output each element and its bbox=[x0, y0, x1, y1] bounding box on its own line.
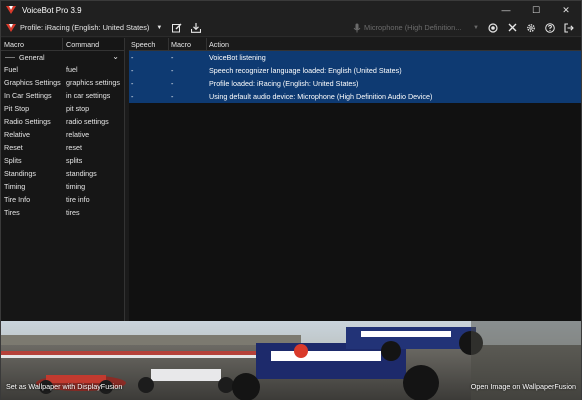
listen-toggle-button[interactable] bbox=[485, 20, 501, 36]
microphone-selector[interactable]: Microphone (High Definition... ▼ bbox=[353, 19, 485, 37]
speech-log-panel: Speech Macro Action - - VoiceBot listening… bbox=[129, 38, 581, 321]
log-speech: - bbox=[131, 53, 134, 62]
chevron-down-icon: ▼ bbox=[473, 24, 479, 31]
group-divider bbox=[5, 57, 15, 58]
command-column-header[interactable]: Command bbox=[63, 38, 99, 50]
log-macro: - bbox=[171, 66, 174, 75]
exit-button[interactable] bbox=[561, 20, 577, 36]
macro-row[interactable]: Standings standings bbox=[1, 167, 124, 180]
macro-row[interactable]: Pit Stop pit stop bbox=[1, 102, 124, 115]
log-row[interactable]: - - Profile loaded: iRacing (English: Unit… bbox=[129, 77, 581, 90]
macro-list-header: Macro Command bbox=[1, 38, 124, 51]
log-row[interactable]: - - VoiceBot listening bbox=[129, 51, 581, 64]
log-action: Using default audio device: Microphone (… bbox=[209, 92, 433, 101]
macro-row[interactable]: Splits splits bbox=[1, 154, 124, 167]
log-row[interactable]: - - Speech recognizer language loaded: Eng… bbox=[129, 64, 581, 77]
macro-row[interactable]: Tire Info tire info bbox=[1, 193, 124, 206]
macro-row[interactable]: Fuel fuel bbox=[1, 63, 124, 76]
group-label: General bbox=[19, 52, 45, 62]
log-action: VoiceBot listening bbox=[209, 53, 266, 62]
edit-icon bbox=[172, 23, 182, 32]
macro-name: Reset bbox=[4, 143, 23, 152]
macro-column-header[interactable]: Macro bbox=[169, 38, 207, 50]
settings-button[interactable] bbox=[523, 20, 539, 36]
macro-row[interactable]: Graphics Settings graphics settings bbox=[1, 76, 124, 89]
import-profile-button[interactable] bbox=[188, 20, 204, 36]
macro-command: standings bbox=[66, 169, 97, 178]
macro-name: Radio Settings bbox=[4, 117, 51, 126]
macro-row[interactable]: Radio Settings radio settings bbox=[1, 115, 124, 128]
log-macro: - bbox=[171, 92, 174, 101]
log-action: Speech recognizer language loaded: Engli… bbox=[209, 66, 402, 75]
help-button[interactable] bbox=[542, 20, 558, 36]
edit-profile-button[interactable] bbox=[169, 20, 185, 36]
macro-group-general[interactable]: General ⌄ bbox=[1, 51, 124, 63]
macro-command: radio settings bbox=[66, 117, 109, 126]
macro-row[interactable]: Relative relative bbox=[1, 128, 124, 141]
macro-row[interactable]: Tires tires bbox=[1, 206, 124, 219]
macro-rows: Fuel fuel Graphics Settings graphics setti… bbox=[1, 63, 124, 219]
macro-name: Timing bbox=[4, 182, 26, 191]
sign-out-icon bbox=[564, 22, 574, 33]
macro-name: In Car Settings bbox=[4, 91, 52, 100]
wallpaper-banner[interactable]: Set as Wallpaper with DisplayFusion Open… bbox=[1, 321, 581, 400]
help-icon bbox=[545, 22, 555, 33]
log-speech: - bbox=[131, 66, 134, 75]
log-speech: - bbox=[131, 92, 134, 101]
macro-command: fuel bbox=[66, 65, 78, 74]
macro-row[interactable]: In Car Settings in car settings bbox=[1, 89, 124, 102]
close-icon bbox=[508, 23, 516, 32]
macro-list-panel: Macro Command General ⌄ Fuel fuel Graphic… bbox=[1, 38, 125, 321]
app-window: VoiceBot Pro 3.9 — ☐ ✕ Profile: iRacing … bbox=[0, 0, 582, 400]
macro-name: Standings bbox=[4, 169, 36, 178]
macro-command: relative bbox=[66, 130, 90, 139]
macro-row[interactable]: Reset reset bbox=[1, 141, 124, 154]
macro-name: Relative bbox=[4, 130, 30, 139]
speech-column-header[interactable]: Speech bbox=[129, 38, 169, 50]
download-icon bbox=[191, 22, 202, 33]
macro-name: Splits bbox=[4, 156, 22, 165]
macro-command: tires bbox=[66, 208, 80, 217]
macro-command: tire info bbox=[66, 195, 90, 204]
profile-selector[interactable]: Profile: iRacing (English: United States… bbox=[1, 19, 162, 37]
macro-command: reset bbox=[66, 143, 82, 152]
macro-command: pit stop bbox=[66, 104, 90, 113]
macro-command: timing bbox=[66, 182, 86, 191]
macro-name: Tires bbox=[4, 208, 20, 217]
minimize-button[interactable]: — bbox=[491, 1, 521, 19]
open-image-link[interactable]: Open Image on WallpaperFusion bbox=[471, 382, 576, 391]
microphone-icon bbox=[353, 23, 361, 32]
log-action: Profile loaded: iRacing (English: United… bbox=[209, 79, 359, 88]
macro-name: Tire Info bbox=[4, 195, 31, 204]
log-row[interactable]: - - Using default audio device: Microphone… bbox=[129, 90, 581, 103]
macro-name: Fuel bbox=[4, 65, 18, 74]
set-wallpaper-link[interactable]: Set as Wallpaper with DisplayFusion bbox=[6, 382, 122, 391]
profile-label: Profile: iRacing (English: United States… bbox=[20, 23, 150, 32]
record-icon bbox=[488, 22, 498, 33]
macro-name: Pit Stop bbox=[4, 104, 30, 113]
toolbar: Profile: iRacing (English: United States… bbox=[1, 19, 581, 37]
maximize-button[interactable]: ☐ bbox=[521, 1, 551, 19]
chevron-down-icon: ▼ bbox=[156, 24, 163, 31]
action-column-header[interactable]: Action bbox=[207, 38, 581, 50]
macro-column-header[interactable]: Macro bbox=[1, 38, 63, 50]
macro-command: graphics settings bbox=[66, 78, 120, 87]
speech-log-header: Speech Macro Action bbox=[129, 38, 581, 51]
microphone-label: Microphone (High Definition... bbox=[364, 23, 462, 32]
log-macro: - bbox=[171, 53, 174, 62]
title-bar: VoiceBot Pro 3.9 — ☐ ✕ bbox=[1, 1, 581, 19]
stop-button[interactable] bbox=[504, 20, 520, 36]
profile-logo-icon bbox=[6, 23, 16, 32]
voicebot-logo-icon bbox=[6, 6, 16, 14]
chevron-down-icon[interactable]: ⌄ bbox=[112, 52, 119, 61]
macro-command: in car settings bbox=[66, 91, 111, 100]
macro-command: splits bbox=[66, 156, 83, 165]
window-title: VoiceBot Pro 3.9 bbox=[22, 5, 82, 15]
log-speech: - bbox=[131, 79, 134, 88]
close-button[interactable]: ✕ bbox=[551, 1, 581, 19]
macro-row[interactable]: Timing timing bbox=[1, 180, 124, 193]
macro-name: Graphics Settings bbox=[4, 78, 61, 87]
log-macro: - bbox=[171, 79, 174, 88]
gear-icon bbox=[527, 23, 535, 32]
